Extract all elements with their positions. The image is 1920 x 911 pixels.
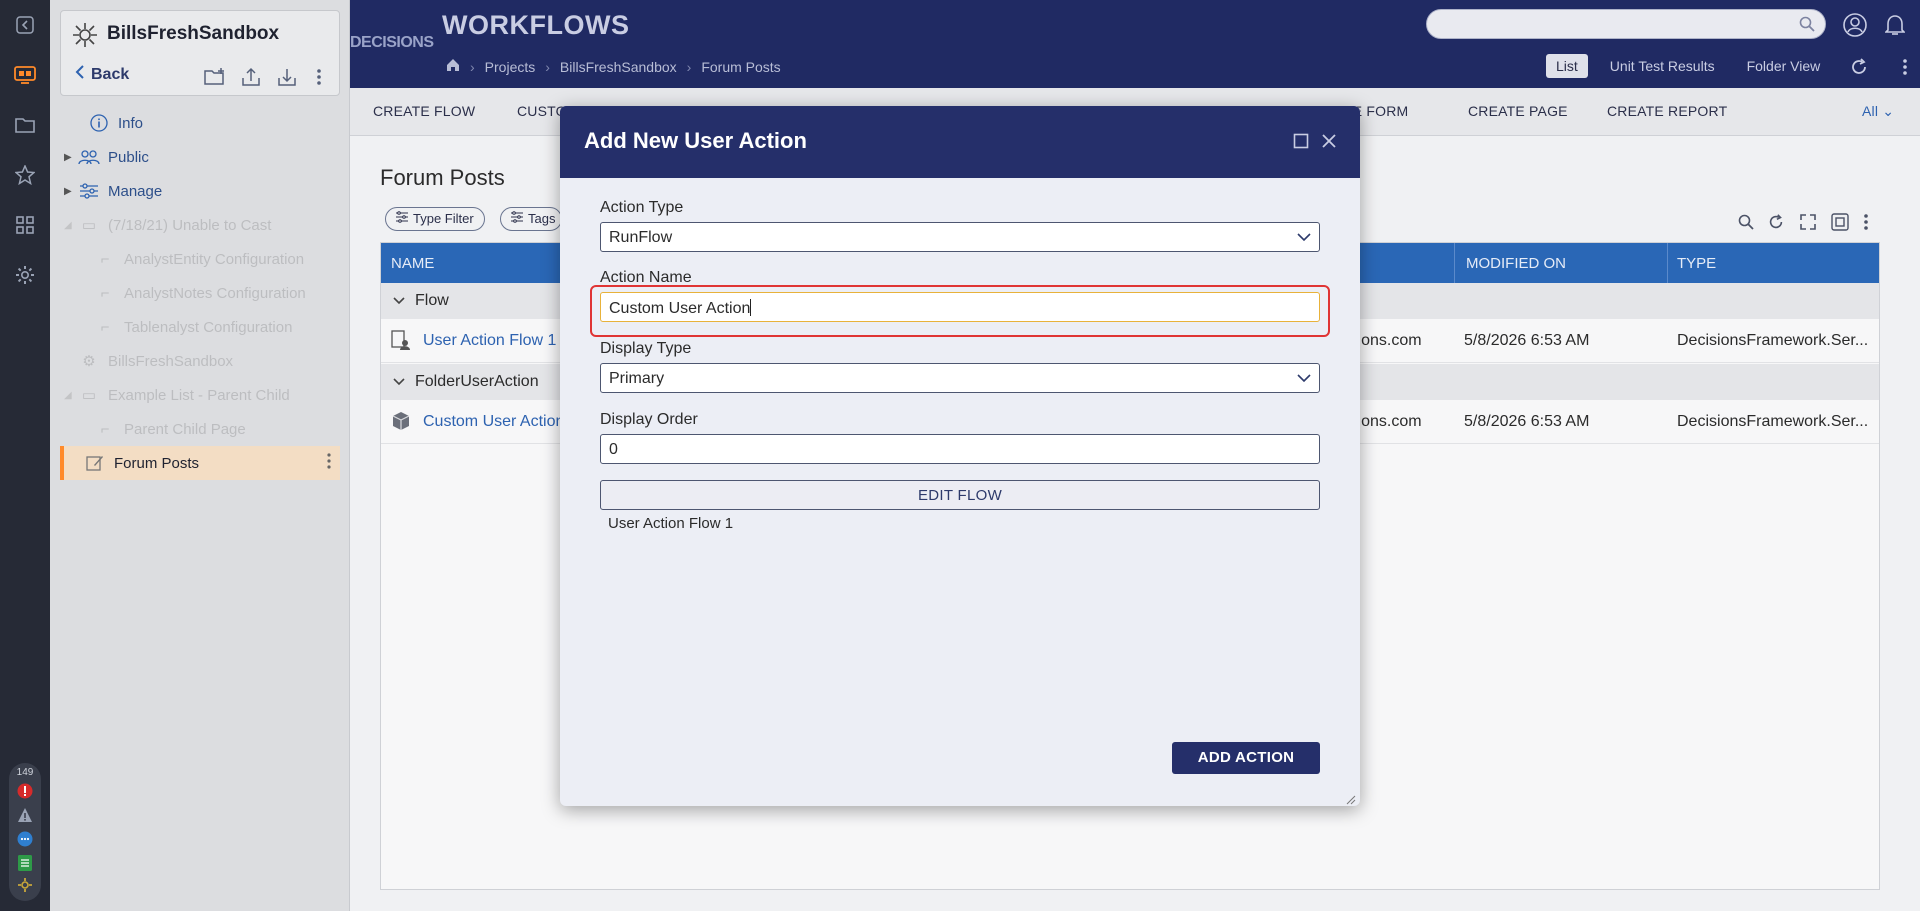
text-cursor [750, 299, 752, 316]
add-user-action-dialog: Add New User Action Action Type RunFlow … [560, 106, 1360, 806]
action-type-select[interactable]: RunFlow [600, 222, 1320, 252]
selected-flow-name: User Action Flow 1 [608, 515, 734, 532]
display-order-value: 0 [609, 441, 618, 458]
display-type-value: Primary [609, 370, 665, 387]
chevron-down-icon [1297, 370, 1311, 388]
display-order-input[interactable]: 0 [600, 434, 1320, 464]
action-name-value: Custom User Action [609, 300, 751, 317]
chevron-down-icon [1297, 229, 1311, 247]
edit-flow-button[interactable]: EDIT FLOW [600, 480, 1320, 510]
dialog-title: Add New User Action [584, 128, 807, 153]
dialog-header: Add New User Action [560, 106, 1360, 178]
action-type-label: Action Type [600, 199, 684, 216]
action-name-input[interactable]: Custom User Action [600, 292, 1320, 322]
close-icon[interactable] [1318, 130, 1340, 152]
display-order-label: Display Order [600, 411, 698, 428]
maximize-icon[interactable] [1290, 130, 1312, 152]
display-type-label: Display Type [600, 340, 692, 357]
resize-handle-icon[interactable] [1346, 792, 1356, 805]
display-type-select[interactable]: Primary [600, 363, 1320, 393]
action-type-value: RunFlow [609, 229, 673, 246]
add-action-button[interactable]: ADD ACTION [1172, 742, 1320, 774]
